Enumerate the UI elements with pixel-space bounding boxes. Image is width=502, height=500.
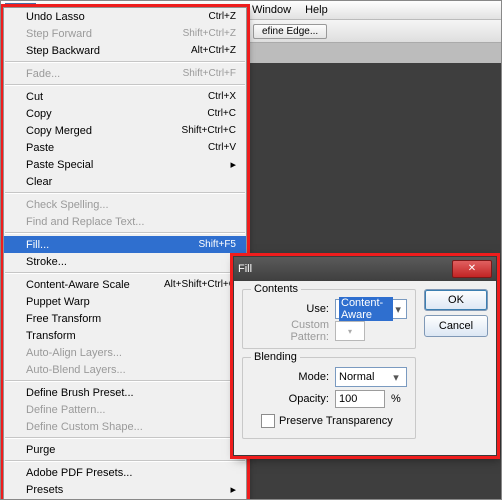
menu-window[interactable]: Window (246, 3, 297, 17)
mi-auto-align[interactable]: Auto-Align Layers... (4, 344, 246, 361)
use-select[interactable]: Content-Aware▾ (335, 299, 407, 319)
mi-stroke[interactable]: Stroke... (4, 253, 246, 270)
blending-group: Blending Mode: Normal▾ Opacity: % (242, 357, 416, 439)
edit-menu-dropdown: Undo LassoCtrl+Z Step ForwardShift+Ctrl+… (3, 7, 247, 500)
dialog-titlebar[interactable]: Fill ✕ (234, 257, 496, 281)
blending-legend: Blending (251, 351, 300, 363)
mi-presets[interactable]: Presets▸ (4, 481, 246, 498)
refine-edge-button[interactable]: efine Edge... (253, 24, 327, 39)
mi-paste[interactable]: PasteCtrl+V (4, 139, 246, 156)
mi-step-forward[interactable]: Step ForwardShift+Ctrl+Z (4, 25, 246, 42)
mi-define-pattern[interactable]: Define Pattern... (4, 401, 246, 418)
mi-find-replace[interactable]: Find and Replace Text... (4, 213, 246, 230)
mi-paste-special[interactable]: Paste Special▸ (4, 156, 246, 173)
preserve-transparency-checkbox[interactable] (261, 414, 275, 428)
contents-legend: Contents (251, 283, 301, 295)
preserve-transparency-label: Preserve Transparency (279, 415, 393, 427)
mi-cut[interactable]: CutCtrl+X (4, 88, 246, 105)
mi-check-spelling[interactable]: Check Spelling... (4, 196, 246, 213)
fill-dialog: Fill ✕ Contents Use: Content-Aware▾ Cust… (233, 256, 497, 456)
mi-clear[interactable]: Clear (4, 173, 246, 190)
opacity-unit: % (391, 393, 401, 405)
chevron-down-icon: ▾ (389, 371, 403, 384)
custom-pattern-swatch: ▾ (335, 321, 365, 341)
close-icon[interactable]: ✕ (452, 260, 492, 278)
menu-help[interactable]: Help (299, 3, 334, 17)
contents-group: Contents Use: Content-Aware▾ Custom Patt… (242, 289, 416, 349)
mi-content-aware-scale[interactable]: Content-Aware ScaleAlt+Shift+Ctrl+C (4, 276, 246, 293)
mi-auto-blend[interactable]: Auto-Blend Layers... (4, 361, 246, 378)
mi-free-transform[interactable]: Free Transform (4, 310, 246, 327)
chevron-down-icon: ▾ (393, 303, 403, 316)
opacity-label: Opacity: (251, 393, 329, 405)
mi-copy[interactable]: CopyCtrl+C (4, 105, 246, 122)
chevron-down-icon: ▾ (348, 327, 352, 336)
mi-puppet-warp[interactable]: Puppet Warp (4, 293, 246, 310)
mi-fill[interactable]: Fill...Shift+F5 (4, 236, 246, 253)
mode-label: Mode: (251, 371, 329, 383)
mode-select[interactable]: Normal▾ (335, 367, 407, 387)
mi-transform[interactable]: Transform▸ (4, 327, 246, 344)
custom-pattern-label: Custom Pattern: (251, 319, 329, 343)
mi-fade[interactable]: Fade...Shift+Ctrl+F (4, 65, 246, 82)
mi-define-brush[interactable]: Define Brush Preset... (4, 384, 246, 401)
app-root: Edit Window Help efine Edge... sta-Beach… (0, 0, 502, 500)
mi-define-shape[interactable]: Define Custom Shape... (4, 418, 246, 435)
mi-step-backward[interactable]: Step BackwardAlt+Ctrl+Z (4, 42, 246, 59)
opacity-input[interactable] (335, 390, 385, 408)
mi-pdf-presets[interactable]: Adobe PDF Presets... (4, 464, 246, 481)
use-label: Use: (251, 303, 329, 315)
mi-copy-merged[interactable]: Copy MergedShift+Ctrl+C (4, 122, 246, 139)
cancel-button[interactable]: Cancel (424, 315, 488, 337)
ok-button[interactable]: OK (424, 289, 488, 311)
dialog-title: Fill (238, 263, 252, 275)
mi-purge[interactable]: Purge▸ (4, 441, 246, 458)
mi-undo[interactable]: Undo LassoCtrl+Z (4, 8, 246, 25)
